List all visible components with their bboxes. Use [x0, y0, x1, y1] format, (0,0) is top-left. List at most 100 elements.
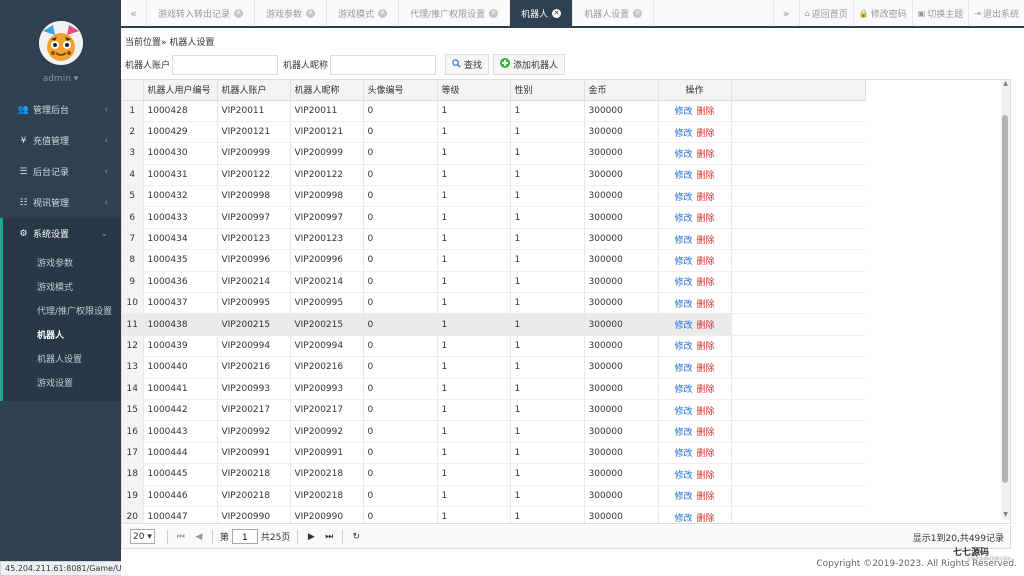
delete-link[interactable]: 删除: [697, 107, 715, 117]
table-row[interactable]: 17 1000444 VIP200991 VIP200991 0 1 1 300000 修改 删除: [122, 442, 865, 465]
tab-game-transfer-records[interactable]: 游戏转入转出记录 ✕: [147, 0, 256, 26]
table-row[interactable]: 7 1000434 VIP200123 VIP200123 0 1 1 300000 修改 删除: [122, 228, 865, 251]
table-row[interactable]: 14 1000441 VIP200993 VIP200993 0 1 1 300000 修改 删除: [122, 378, 865, 400]
user-name-dropdown[interactable]: admin ▾: [0, 74, 121, 84]
table-scrollbar[interactable]: ▲ ▼: [1001, 80, 1010, 520]
submenu-item-game-params[interactable]: 游戏参数: [3, 252, 121, 276]
switch-theme-button[interactable]: ▣ 切换主题: [911, 0, 969, 26]
home-button[interactable]: ⌂ 返回首页: [798, 0, 853, 26]
submenu-item-agent-permissions[interactable]: 代理/推广权限设置: [3, 300, 121, 324]
scrollbar-thumb[interactable]: [1002, 115, 1008, 483]
next-page-icon[interactable]: ▶: [302, 528, 320, 546]
delete-link[interactable]: 删除: [697, 236, 715, 246]
table-row[interactable]: 2 1000429 VIP200121 VIP200121 0 1 1 300000 修改 删除: [122, 121, 865, 144]
add-robot-button[interactable]: 添加机器人: [493, 54, 566, 75]
sidebar-item-admin[interactable]: 👥 管理后台 ‹: [0, 94, 121, 125]
table-row[interactable]: 11 1000438 VIP200215 VIP200215 0 1 1 300000 修改 删除: [122, 313, 865, 336]
robot-account-input[interactable]: [172, 54, 279, 75]
last-page-icon[interactable]: ⏭: [320, 528, 338, 546]
col-header-user-id[interactable]: 机器人用户编号: [143, 80, 218, 101]
col-header-avatar-id[interactable]: 头像编号: [363, 80, 438, 101]
table-row[interactable]: 15 1000442 VIP200217 VIP200217 0 1 1 300000 修改 删除: [122, 399, 865, 422]
close-icon[interactable]: ✕: [552, 8, 562, 18]
delete-link[interactable]: 删除: [697, 471, 715, 481]
delete-link[interactable]: 删除: [697, 150, 715, 160]
table-row[interactable]: 10 1000437 VIP200995 VIP200995 0 1 1 300000 修改 删除: [122, 292, 865, 315]
table-row[interactable]: 5 1000432 VIP200998 VIP200998 0 1 1 300000 修改 删除: [122, 185, 865, 208]
edit-link[interactable]: 修改: [674, 471, 692, 481]
scroll-tabs-left-button[interactable]: «: [121, 0, 147, 26]
submenu-item-robot-settings[interactable]: 机器人设置: [3, 348, 121, 372]
table-row[interactable]: 12 1000439 VIP200994 VIP200994 0 1 1 300000 修改 删除: [122, 335, 865, 358]
delete-link[interactable]: 删除: [697, 385, 715, 395]
delete-link[interactable]: 删除: [697, 342, 715, 352]
table-row[interactable]: 4 1000431 VIP200122 VIP200122 0 1 1 300000 修改 删除: [122, 164, 865, 187]
edit-link[interactable]: 修改: [674, 492, 692, 502]
table-row[interactable]: 1 1000428 VIP20011 VIP20011 0 1 1 300000 修改 删除: [122, 100, 865, 122]
edit-link[interactable]: 修改: [674, 300, 692, 310]
close-icon[interactable]: ✕: [633, 8, 643, 18]
tab-agent-permissions[interactable]: 代理/推广权限设置 ✕: [399, 0, 511, 26]
delete-link[interactable]: 删除: [697, 214, 715, 224]
delete-link[interactable]: 删除: [697, 257, 715, 267]
edit-link[interactable]: 修改: [674, 214, 692, 224]
col-header-gold[interactable]: 金币: [584, 80, 659, 101]
table-row[interactable]: 18 1000445 VIP200218 VIP200218 0 1 1 300000 修改 删除: [122, 463, 865, 486]
col-header-nickname[interactable]: 机器人昵称: [290, 80, 364, 101]
edit-link[interactable]: 修改: [674, 364, 692, 374]
delete-link[interactable]: 删除: [697, 193, 715, 203]
submenu-item-game-settings[interactable]: 游戏设置: [3, 372, 121, 396]
table-row[interactable]: 13 1000440 VIP200216 VIP200216 0 1 1 300000 修改 删除: [122, 356, 865, 379]
edit-link[interactable]: 修改: [674, 236, 692, 246]
user-avatar[interactable]: [39, 21, 83, 65]
robot-nickname-input[interactable]: [330, 54, 437, 75]
submenu-item-game-mode[interactable]: 游戏模式: [3, 276, 121, 300]
tab-game-mode[interactable]: 游戏模式 ✕: [327, 0, 400, 26]
scroll-tabs-right-button[interactable]: »: [772, 0, 799, 26]
sidebar-item-logs[interactable]: ☰ 后台记录 ‹: [0, 156, 121, 187]
delete-link[interactable]: 删除: [697, 364, 715, 374]
table-row[interactable]: 6 1000433 VIP200997 VIP200997 0 1 1 300000 修改 删除: [122, 206, 865, 229]
change-password-button[interactable]: 🔒 修改密码: [852, 0, 912, 26]
edit-link[interactable]: 修改: [674, 514, 692, 523]
first-page-icon[interactable]: ⏮: [172, 528, 190, 546]
table-row[interactable]: 19 1000446 VIP200218 VIP200218 0 1 1 300000 修改 删除: [122, 485, 865, 507]
sidebar-item-system-settings[interactable]: ⚙ 系统设置 ⌄: [0, 218, 121, 249]
sidebar-item-recharge[interactable]: ¥ 充值管理 ‹: [0, 125, 121, 156]
delete-link[interactable]: 删除: [697, 129, 715, 139]
delete-link[interactable]: 删除: [697, 514, 715, 523]
close-icon[interactable]: ✕: [378, 8, 388, 18]
edit-link[interactable]: 修改: [674, 449, 692, 459]
edit-link[interactable]: 修改: [674, 385, 692, 395]
edit-link[interactable]: 修改: [674, 321, 692, 331]
table-row[interactable]: 8 1000435 VIP200996 VIP200996 0 1 1 300000 修改 删除: [122, 249, 865, 272]
edit-link[interactable]: 修改: [674, 193, 692, 203]
scroll-down-arrow-icon[interactable]: ▼: [1001, 511, 1010, 520]
edit-link[interactable]: 修改: [674, 278, 692, 288]
delete-link[interactable]: 删除: [697, 407, 715, 417]
submenu-item-robot[interactable]: 机器人: [3, 324, 121, 348]
delete-link[interactable]: 删除: [697, 449, 715, 459]
tab-robot[interactable]: 机器人 ✕: [510, 0, 574, 26]
close-icon[interactable]: ✕: [306, 8, 316, 18]
table-row[interactable]: 16 1000443 VIP200992 VIP200992 0 1 1 300000 修改 删除: [122, 420, 865, 443]
delete-link[interactable]: 删除: [697, 300, 715, 310]
edit-link[interactable]: 修改: [674, 129, 692, 139]
tab-robot-settings[interactable]: 机器人设置 ✕: [573, 0, 655, 26]
edit-link[interactable]: 修改: [674, 171, 692, 181]
delete-link[interactable]: 删除: [697, 492, 715, 502]
col-header-account[interactable]: 机器人账户: [217, 80, 291, 101]
edit-link[interactable]: 修改: [674, 428, 692, 438]
page-size-select[interactable]: 20 ▾: [130, 529, 155, 544]
page-number-input[interactable]: [231, 529, 258, 544]
delete-link[interactable]: 删除: [697, 278, 715, 288]
scroll-up-arrow-icon[interactable]: ▲: [1001, 80, 1010, 89]
tab-game-params[interactable]: 游戏参数 ✕: [255, 0, 328, 26]
delete-link[interactable]: 删除: [697, 171, 715, 181]
edit-link[interactable]: 修改: [674, 257, 692, 267]
close-icon[interactable]: ✕: [234, 8, 244, 18]
col-header-level[interactable]: 等级: [437, 80, 511, 101]
prev-page-icon[interactable]: ◀: [190, 528, 208, 546]
edit-link[interactable]: 修改: [674, 150, 692, 160]
logout-button[interactable]: ⇥ 退出系统: [968, 0, 1024, 26]
